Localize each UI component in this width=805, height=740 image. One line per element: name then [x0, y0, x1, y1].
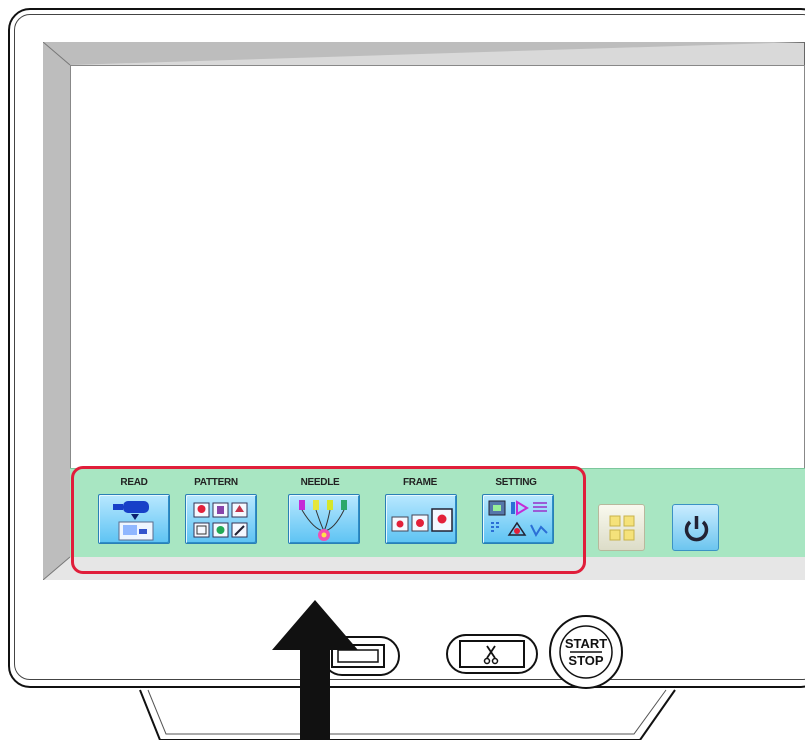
start-stop-ring — [549, 615, 623, 689]
thread-cut-key[interactable] — [446, 634, 538, 674]
power-button[interactable] — [672, 504, 719, 551]
layout-icon — [609, 515, 635, 541]
menu-highlight-box — [71, 466, 586, 574]
power-icon — [684, 516, 709, 542]
start-label: START — [564, 636, 608, 651]
start-stop-button[interactable]: START STOP — [548, 614, 624, 690]
pointer-arrow — [272, 600, 358, 740]
layout-button[interactable] — [598, 504, 645, 551]
stop-label: STOP — [568, 653, 604, 668]
panel-stand — [139, 689, 676, 740]
